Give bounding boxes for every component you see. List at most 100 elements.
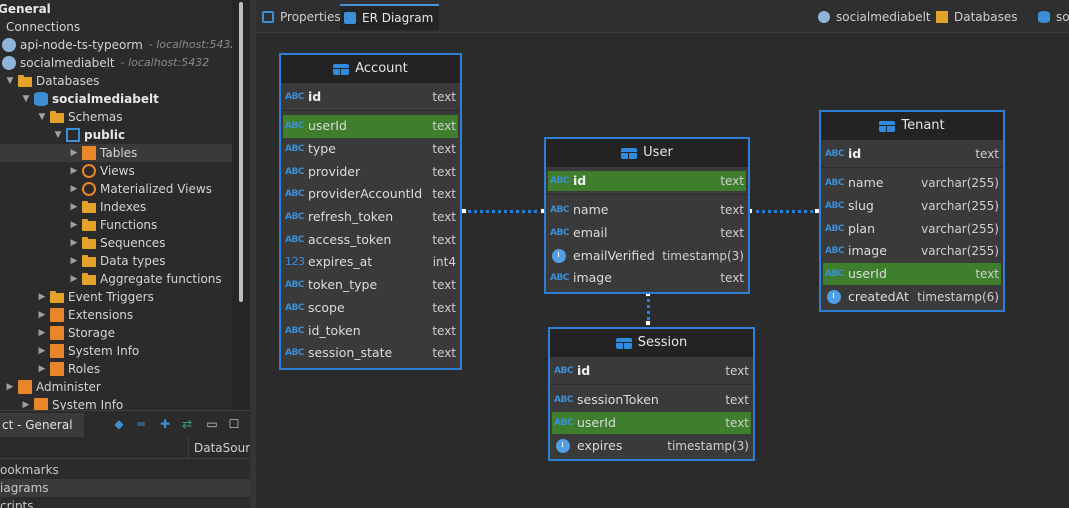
chevron-right-icon[interactable]: ▶ (4, 378, 16, 396)
column-header-datasource[interactable]: DataSourc (188, 437, 250, 459)
chevron-down-icon[interactable]: ▼ (4, 72, 16, 90)
breadcrumb-databases[interactable]: Databases (932, 4, 1024, 30)
attribute-id[interactable]: ABC id text (548, 171, 746, 191)
chevron-right-icon[interactable]: ▶ (36, 342, 48, 360)
chevron-right-icon[interactable]: ▶ (68, 144, 80, 162)
attribute-name[interactable]: ABC name text (546, 199, 748, 222)
project-item-scripts[interactable]: cripts (0, 497, 250, 508)
minimize-icon[interactable]: ▭ (205, 417, 219, 431)
attribute-type[interactable]: ABC type text (281, 138, 460, 161)
attribute-createdAt[interactable]: createdAt timestamp(6) (821, 285, 1003, 308)
link-editor-icon[interactable]: ⇄ (180, 417, 194, 431)
chevron-right-icon[interactable]: ▶ (20, 396, 32, 410)
attribute-id[interactable]: ABC id text (281, 83, 460, 111)
relation-handle[interactable] (645, 320, 651, 326)
entity-user[interactable]: User ABC id text ABC name text ABC email… (544, 137, 750, 294)
tree-sequences[interactable]: ▶ Sequences (68, 234, 166, 252)
chevron-right-icon[interactable]: ▶ (68, 252, 80, 270)
entity-session[interactable]: Session ABC id text ABC sessionToken tex… (548, 327, 755, 461)
relation-account-user[interactable] (463, 210, 543, 213)
attribute-expires_at[interactable]: 123 expires_at int4 (281, 251, 460, 274)
chevron-right-icon[interactable]: ▶ (68, 162, 80, 180)
tree-materialized-views[interactable]: ▶ Materialized Views (68, 180, 212, 198)
chevron-right-icon[interactable]: ▶ (68, 216, 80, 234)
entity-title: Account (355, 61, 408, 76)
tree-indexes[interactable]: ▶ Indexes (68, 198, 147, 216)
chevron-right-icon[interactable]: ▶ (68, 198, 80, 216)
chevron-right-icon[interactable]: ▶ (36, 324, 48, 342)
attribute-userId[interactable]: ABC userId text (823, 262, 1001, 286)
tree-schema-public[interactable]: ▼ public (52, 126, 125, 144)
tree-aggregate-functions[interactable]: ▶ Aggregate functions (68, 270, 222, 288)
attribute-name[interactable]: ABC name varchar(255) (821, 172, 1003, 195)
attribute-type: timestamp(3) (662, 248, 744, 263)
project-item-bookmarks[interactable]: ookmarks (0, 461, 250, 479)
tree-event-triggers[interactable]: ▶ Event Triggers (36, 288, 154, 306)
attribute-provider[interactable]: ABC provider text (281, 160, 460, 183)
chevron-right-icon[interactable]: ▶ (36, 288, 48, 306)
relation-user-tenant[interactable] (749, 210, 819, 213)
tree-schemas[interactable]: ▼ Schemas (36, 108, 123, 126)
tree-database-socialmediabelt[interactable]: ▼ socialmediabelt (20, 90, 159, 108)
tree-functions[interactable]: ▶ Functions (68, 216, 158, 234)
attribute-session_state[interactable]: ABC session_state text (281, 342, 460, 365)
attribute-id[interactable]: ABC id text (550, 357, 753, 385)
tree-roles[interactable]: ▶ Roles (36, 360, 100, 378)
collapse-icon[interactable]: ═ (134, 417, 148, 431)
close-icon[interactable]: ✕ (82, 419, 84, 432)
tree-data-types[interactable]: ▶ Data types (68, 252, 166, 270)
chevron-right-icon[interactable]: ▶ (36, 360, 48, 378)
database-navigator: General Connections api-node-ts-typeorm … (0, 0, 250, 410)
tree-views[interactable]: ▶ Views (68, 162, 135, 180)
project-tab[interactable]: ct - General ✕ (0, 413, 84, 437)
attribute-slug[interactable]: ABC slug varchar(255) (821, 195, 1003, 218)
attribute-id_token[interactable]: ABC id_token text (281, 319, 460, 342)
attribute-name: slug (848, 198, 874, 214)
chevron-right-icon[interactable]: ▶ (68, 234, 80, 252)
project-item-label: cripts (0, 499, 34, 508)
navigator-scrollbar[interactable] (239, 2, 243, 302)
breadcrumb-connection[interactable]: socialmediabelt (814, 4, 937, 30)
entity-tenant[interactable]: Tenant ABC id text ABC name varchar(255)… (819, 110, 1005, 312)
attribute-refresh_token[interactable]: ABC refresh_token text (281, 206, 460, 229)
attribute-userId[interactable]: ABC userId text (283, 115, 458, 138)
attribute-plan[interactable]: ABC plan varchar(255) (821, 217, 1003, 240)
add-icon[interactable]: ✚ (158, 417, 172, 431)
tree-administer[interactable]: ▶ Administer (4, 378, 101, 396)
configure-icon[interactable]: ◆ (112, 417, 126, 431)
text-type-icon: ABC (825, 246, 844, 257)
attribute-image[interactable]: ABC image varchar(255) (821, 240, 1003, 263)
er-diagram-canvas[interactable]: Account ABC id text ABC userId text ABC … (256, 33, 1069, 508)
attribute-emailVerified[interactable]: emailVerified timestamp(3) (546, 244, 748, 267)
attribute-userId[interactable]: ABC userId text (552, 411, 751, 435)
attribute-sessionToken[interactable]: ABC sessionToken text (550, 389, 753, 412)
attribute-token_type[interactable]: ABC token_type text (281, 274, 460, 297)
chevron-right-icon[interactable]: ▶ (36, 306, 48, 324)
attribute-scope[interactable]: ABC scope text (281, 297, 460, 320)
attribute-access_token[interactable]: ABC access_token text (281, 228, 460, 251)
project-item-diagrams[interactable]: iagrams (0, 479, 250, 497)
connection-socialmediabelt[interactable]: socialmediabelt - localhost:5432 (2, 54, 209, 72)
attribute-id[interactable]: ABC id text (821, 140, 1003, 168)
maximize-icon[interactable]: ☐ (227, 417, 241, 431)
tab-er-diagram[interactable]: ER Diagram (340, 4, 440, 30)
chevron-down-icon[interactable]: ▼ (36, 108, 48, 126)
tree-tables[interactable]: ▶ Tables (0, 144, 232, 162)
tree-system-info-partial[interactable]: ▶ System Info (20, 396, 123, 410)
tree-system-info[interactable]: ▶ System Info (36, 342, 139, 360)
tab-properties[interactable]: Properties (258, 4, 347, 30)
attribute-image[interactable]: ABC image text (546, 267, 748, 290)
breadcrumb-database[interactable]: so (1034, 4, 1069, 30)
tree-databases[interactable]: ▼ Databases (4, 72, 100, 90)
attribute-email[interactable]: ABC email text (546, 222, 748, 245)
tree-extensions[interactable]: ▶ Extensions (36, 306, 133, 324)
chevron-right-icon[interactable]: ▶ (68, 270, 80, 288)
chevron-down-icon[interactable]: ▼ (52, 126, 64, 144)
chevron-right-icon[interactable]: ▶ (68, 180, 80, 198)
chevron-down-icon[interactable]: ▼ (20, 90, 32, 108)
tree-storage[interactable]: ▶ Storage (36, 324, 115, 342)
entity-account[interactable]: Account ABC id text ABC userId text ABC … (279, 53, 462, 370)
attribute-expires[interactable]: expires timestamp(3) (550, 434, 753, 457)
attribute-providerAccountId[interactable]: ABC providerAccountId text (281, 183, 460, 206)
connection-api-node-ts-typeorm[interactable]: api-node-ts-typeorm - localhost:5432 (2, 36, 237, 54)
